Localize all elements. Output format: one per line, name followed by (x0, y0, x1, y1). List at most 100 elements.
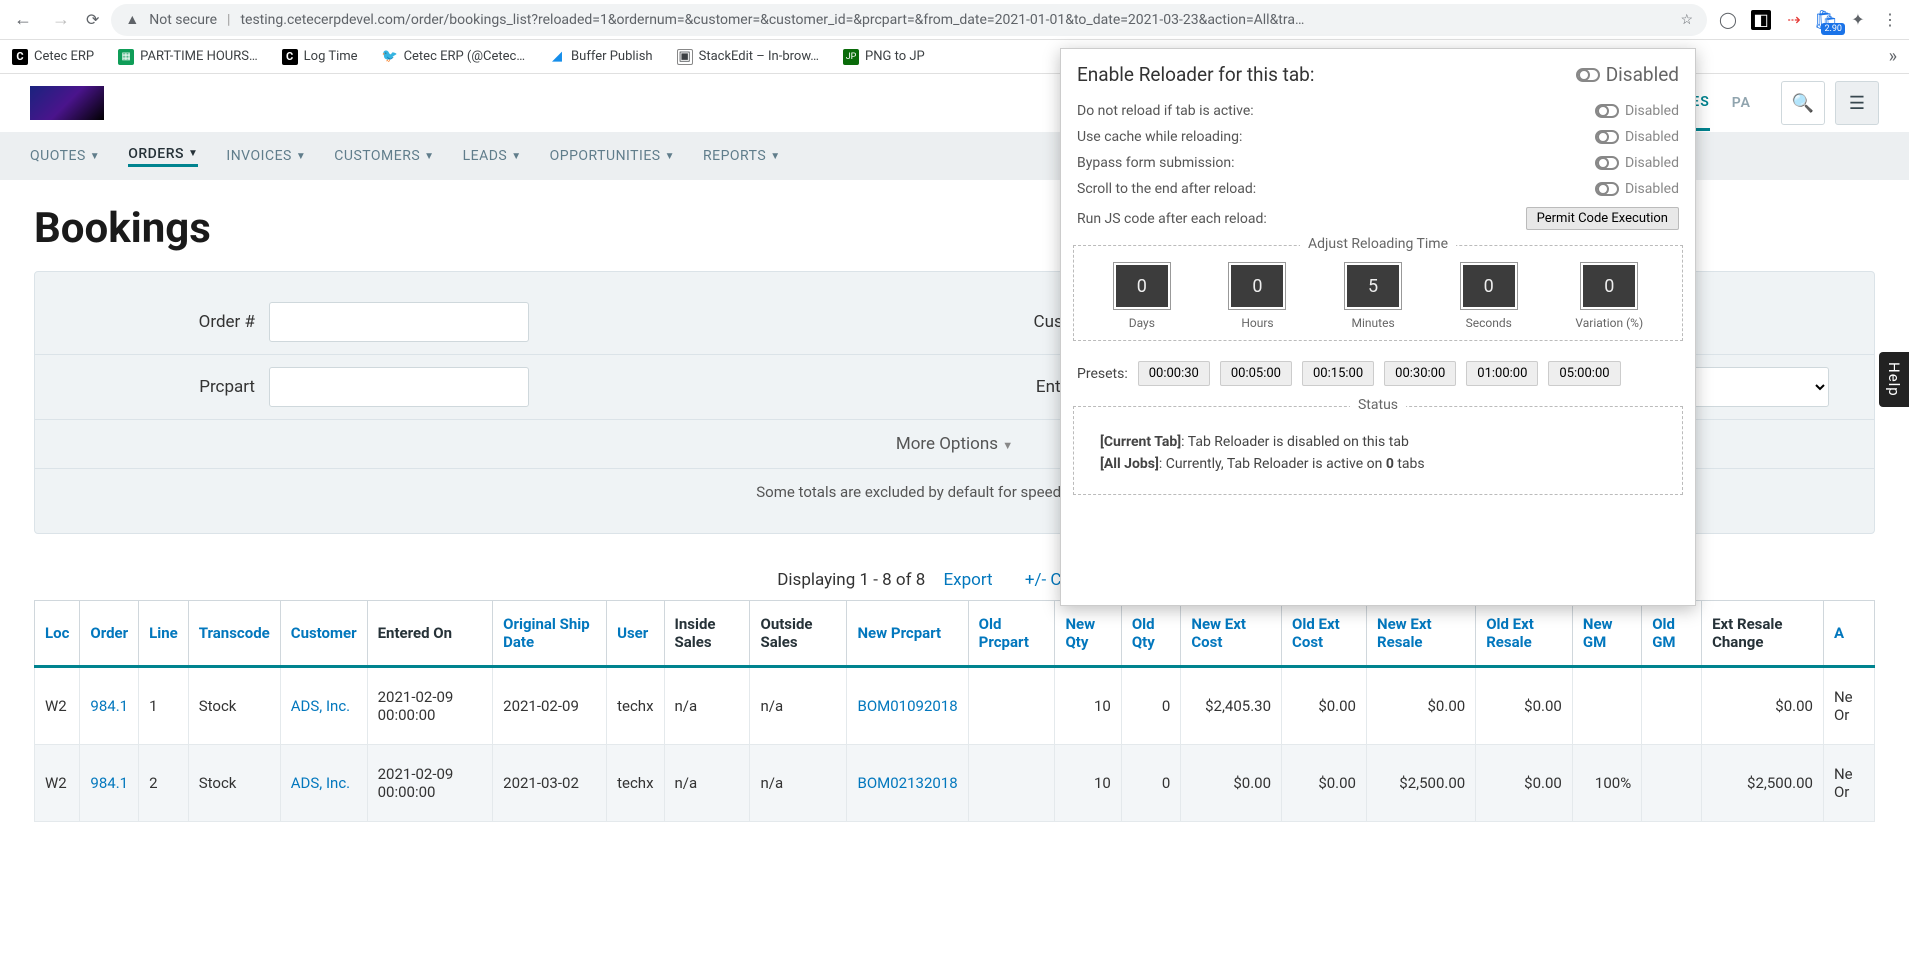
bookmarks-overflow-icon[interactable]: » (1889, 46, 1897, 67)
days-input[interactable]: 0 (1113, 262, 1171, 310)
cell-order[interactable]: 984.1 (80, 667, 139, 745)
status-all-text2: tabs (1394, 456, 1425, 472)
subnav-leads[interactable]: LEADS ▼ (463, 148, 522, 164)
permit-button[interactable]: Permit Code Execution (1526, 207, 1679, 230)
subnav-opportunities[interactable]: OPPORTUNITIES ▼ (550, 148, 675, 164)
popup-opt-toggle[interactable]: Disabled (1595, 129, 1679, 145)
th-oldres[interactable]: Old Ext Resale (1476, 601, 1573, 667)
th-origship[interactable]: Original Ship Date (493, 601, 607, 667)
table-header-row: Loc Order Line Transcode Customer Entere… (35, 601, 1875, 667)
cell-oldgm (1642, 745, 1702, 822)
popup-master-toggle[interactable]: Disabled (1576, 63, 1679, 86)
th-loc[interactable]: Loc (35, 601, 80, 667)
reloader-ext-icon[interactable]: ◯ (1719, 11, 1737, 29)
cell-outside: n/a (750, 667, 847, 745)
bookmark-stackedit[interactable]: ▣StackEdit – In-brow… (677, 49, 819, 65)
ext-icon-3[interactable]: ⇢ (1785, 11, 1803, 29)
th-oldqty[interactable]: Old Qty (1121, 601, 1181, 667)
preset-button[interactable]: 00:00:30 (1138, 361, 1210, 386)
th-outside[interactable]: Outside Sales (750, 601, 847, 667)
bookmark-twitter[interactable]: 🐦Cetec ERP (@Cetec… (382, 49, 525, 65)
export-link[interactable]: Export (944, 570, 993, 590)
th-transcode[interactable]: Transcode (188, 601, 280, 667)
subnav-quotes[interactable]: QUOTES ▼ (30, 148, 100, 164)
address-bar[interactable]: ▲ Not secure | testing.cetecerpdevel.com… (111, 4, 1707, 36)
ext-icon-2[interactable]: ◧ (1751, 10, 1771, 30)
th-oldgm[interactable]: Old GM (1642, 601, 1702, 667)
toggle-icon (1595, 156, 1619, 170)
popup-opt-toggle[interactable]: Disabled (1595, 103, 1679, 119)
th-newqty[interactable]: New Qty (1055, 601, 1121, 667)
th-newprc[interactable]: New Prcpart (847, 601, 968, 667)
th-oldext[interactable]: Old Ext Cost (1282, 601, 1367, 667)
popup-opt-toggle[interactable]: Disabled (1595, 155, 1679, 171)
subnav-customers[interactable]: CUSTOMERS ▼ (334, 148, 434, 164)
cell-customer[interactable]: ADS, Inc. (280, 667, 367, 745)
th-oldprc[interactable]: Old Prcpart (968, 601, 1055, 667)
cell-inside: n/a (664, 745, 750, 822)
hours-input[interactable]: 0 (1228, 262, 1286, 310)
cell-outside: n/a (750, 745, 847, 822)
preset-button[interactable]: 00:15:00 (1302, 361, 1374, 386)
th-customer[interactable]: Customer (280, 601, 367, 667)
cell-newprc[interactable]: BOM01092018 (847, 667, 968, 745)
status-current-text: : Tab Reloader is disabled on this tab (1181, 434, 1409, 450)
preset-button[interactable]: 00:30:00 (1384, 361, 1456, 386)
order-input[interactable] (269, 302, 529, 342)
bookmark-buffer[interactable]: ◢Buffer Publish (549, 49, 653, 65)
chevron-down-icon: ▼ (188, 148, 198, 159)
th-newres[interactable]: New Ext Resale (1367, 601, 1476, 667)
status-all-text: : Currently, Tab Reloader is active on (1159, 456, 1386, 472)
th-a[interactable]: A (1823, 601, 1874, 667)
browser-toolbar: ← → ⟳ ▲ Not secure | testing.cetecerpdev… (0, 0, 1909, 40)
th-order[interactable]: Order (80, 601, 139, 667)
minutes-input[interactable]: 5 (1344, 262, 1402, 310)
preset-button[interactable]: 05:00:00 (1548, 361, 1620, 386)
url-text: testing.cetecerpdevel.com/order/bookings… (240, 12, 1670, 28)
subnav-reports[interactable]: REPORTS ▼ (703, 148, 781, 164)
adjust-time-fieldset: Adjust Reloading Time 0Days 0Hours 5Minu… (1073, 245, 1683, 341)
preset-button[interactable]: 00:05:00 (1220, 361, 1292, 386)
bookmark-logtime[interactable]: CLog Time (282, 49, 358, 65)
subnav-orders[interactable]: ORDERS ▼ (128, 146, 198, 167)
back-button[interactable]: ← (10, 5, 36, 34)
chevron-down-icon: ▼ (770, 151, 780, 162)
nav-par[interactable]: PA (1732, 77, 1751, 129)
reloader-popup: Enable Reloader for this tab: Disabled D… (1060, 48, 1696, 606)
subnav-invoices[interactable]: INVOICES ▼ (226, 148, 306, 164)
hamburger-icon: ☰ (1849, 93, 1865, 114)
forward-button[interactable]: → (48, 5, 74, 34)
extensions-icon[interactable]: ✦ (1849, 11, 1867, 29)
th-newgm[interactable]: New GM (1572, 601, 1641, 667)
th-line[interactable]: Line (139, 601, 189, 667)
site-logo[interactable] (30, 86, 104, 120)
bookmark-cetec[interactable]: CCetec ERP (12, 49, 94, 65)
th-user[interactable]: User (607, 601, 664, 667)
star-icon[interactable]: ☆ (1680, 12, 1693, 28)
bookmark-hours[interactable]: ▦PART-TIME HOURS… (118, 49, 258, 65)
variation-input[interactable]: 0 (1580, 262, 1638, 310)
th-entered[interactable]: Entered On (367, 601, 493, 667)
th-extchg[interactable]: Ext Resale Change (1702, 601, 1824, 667)
preset-button[interactable]: 01:00:00 (1466, 361, 1538, 386)
divider: | (227, 12, 230, 28)
shopping-ext-icon[interactable]: 🛍2.90 (1817, 11, 1835, 29)
popup-opt-toggle[interactable]: Disabled (1595, 181, 1679, 197)
bookmark-png[interactable]: JPPNG to JP (843, 49, 925, 65)
menu-button[interactable]: ☰ (1835, 81, 1879, 125)
search-button[interactable]: 🔍 (1781, 81, 1825, 125)
cell-newprc[interactable]: BOM02132018 (847, 745, 968, 822)
th-inside[interactable]: Inside Sales (664, 601, 750, 667)
help-tab[interactable]: Help (1879, 352, 1909, 407)
chevron-down-icon: ▼ (424, 151, 434, 162)
cell-oldqty: 0 (1121, 745, 1181, 822)
cell-customer[interactable]: ADS, Inc. (280, 745, 367, 822)
cell-order[interactable]: 984.1 (80, 745, 139, 822)
chrome-menu-icon[interactable]: ⋮ (1881, 11, 1899, 29)
toggle-icon (1595, 130, 1619, 144)
reload-button[interactable]: ⟳ (86, 10, 99, 29)
seconds-input[interactable]: 0 (1460, 262, 1518, 310)
th-newext[interactable]: New Ext Cost (1181, 601, 1282, 667)
cell-ship: 2021-03-02 (493, 745, 607, 822)
prcpart-input[interactable] (269, 367, 529, 407)
